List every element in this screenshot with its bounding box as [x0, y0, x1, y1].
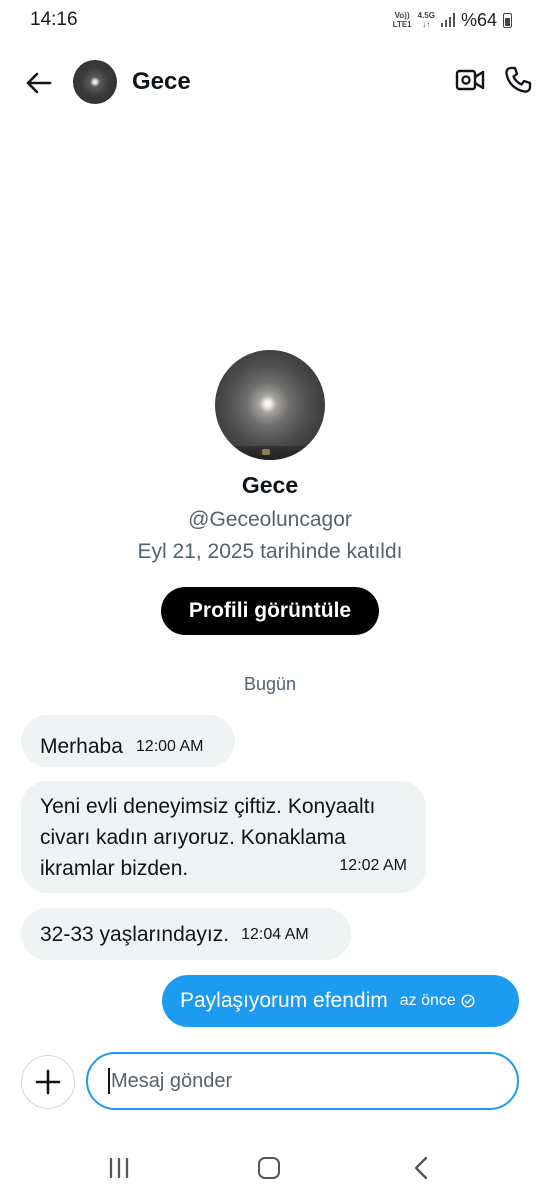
status-time: 14:16	[30, 9, 78, 30]
add-attachment-button[interactable]	[21, 1055, 75, 1109]
conversation-header: Gece	[0, 52, 540, 112]
volte-indicator: Vo)) LTE1	[393, 11, 412, 29]
status-bar: 14:16 Vo)) LTE1 4.5G ↓↑ %64	[0, 0, 540, 40]
video-call-icon	[455, 69, 485, 91]
arrow-left-icon	[26, 72, 52, 94]
recent-apps-icon[interactable]	[107, 1157, 131, 1179]
message-text-line: civarı kadın arıyoruz. Konaklama	[40, 826, 346, 849]
message-bubble-incoming[interactable]: Yeni evli deneyimsiz çiftiz. Konyaaltı c…	[21, 781, 426, 893]
profile-handle: @Geceoluncagor	[188, 508, 352, 531]
message-composer[interactable]	[86, 1052, 519, 1110]
message-text: Paylaşıyorum efendim	[180, 989, 388, 1012]
signal-icon	[440, 13, 455, 27]
network-label: 4.5G	[417, 11, 435, 20]
battery-icon	[503, 12, 512, 28]
back-button[interactable]	[22, 67, 54, 99]
message-text: 32-33 yaşlarındayız.	[40, 922, 230, 946]
message-input[interactable]	[111, 1069, 491, 1093]
message-text: Merhaba	[40, 735, 123, 758]
volte-label: Vo))	[394, 11, 410, 20]
phone-icon	[505, 66, 532, 93]
phone-call-button[interactable]	[503, 65, 535, 97]
conversation-title[interactable]: Gece	[132, 68, 191, 96]
network-indicator: 4.5G ↓↑	[418, 11, 435, 29]
nav-back-icon[interactable]	[410, 1156, 434, 1180]
video-call-button[interactable]	[455, 67, 487, 99]
status-indicators: Vo)) LTE1 4.5G ↓↑ %64	[393, 10, 512, 31]
message-bubble-incoming[interactable]: Merhaba 12:00 AM	[21, 715, 235, 767]
message-time: 12:00 AM	[135, 738, 204, 755]
view-profile-button[interactable]: Profili görüntüle	[161, 587, 379, 635]
avatar-ground	[215, 446, 325, 460]
battery-percent: %64	[460, 9, 497, 30]
system-nav-bar	[0, 1140, 540, 1200]
date-separator: Bugün	[243, 674, 297, 694]
data-arrows-icon: ↓↑	[422, 20, 431, 29]
message-time: 12:04 AM	[241, 925, 309, 943]
message-text-line: Yeni evli deneyimsiz çiftiz. Konyaaltı	[40, 795, 376, 818]
sent-check-icon	[461, 994, 475, 1008]
message-bubble-outgoing[interactable]: Paylaşıyorum efendim az önce	[162, 975, 519, 1027]
home-icon[interactable]	[258, 1157, 280, 1179]
lte-label: LTE1	[392, 20, 412, 29]
profile-name: Gece	[241, 472, 299, 498]
profile-avatar[interactable]	[215, 350, 325, 460]
plus-icon	[35, 1069, 61, 1095]
avatar-light	[262, 449, 270, 455]
header-avatar[interactable]	[73, 60, 117, 104]
message-time: 12:02 AM	[339, 857, 407, 874]
text-caret	[108, 1068, 110, 1094]
message-bubble-incoming[interactable]: 32-33 yaşlarındayız. 12:04 AM	[21, 908, 351, 960]
message-time: az önce	[399, 992, 456, 1009]
profile-joined-date: Eyl 21, 2025 tarihinde katıldı	[137, 540, 403, 563]
